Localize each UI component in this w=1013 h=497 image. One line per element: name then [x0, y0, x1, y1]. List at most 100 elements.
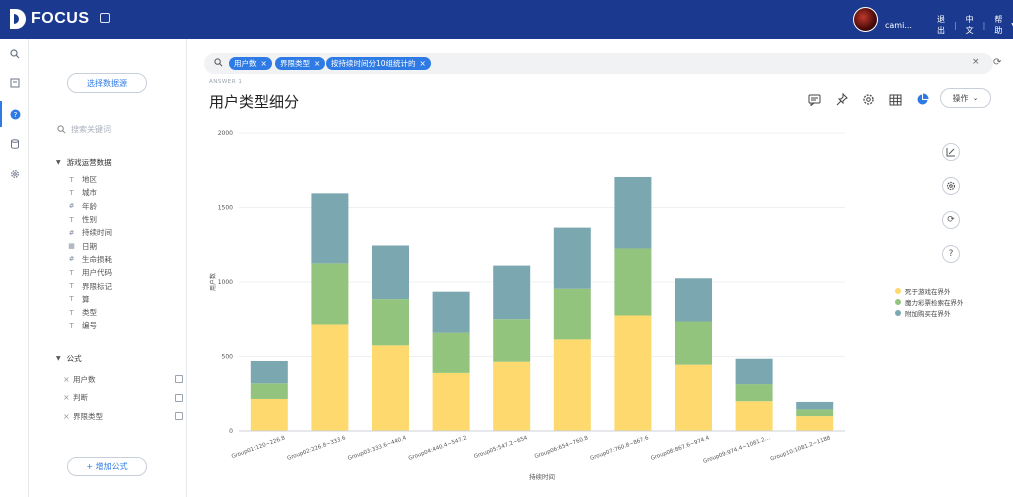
field-item[interactable]: # 生命损耗: [67, 253, 112, 266]
bar-segment[interactable]: [432, 291, 470, 333]
field-item[interactable]: T 城市: [67, 186, 112, 199]
axis-icon[interactable]: [942, 143, 960, 161]
bar-segment[interactable]: [493, 265, 531, 320]
add-formula-button[interactable]: + 增加公式: [67, 457, 147, 476]
edit-icon[interactable]: [100, 13, 110, 23]
text-field-icon: T: [69, 268, 74, 277]
bar-segment[interactable]: [311, 193, 349, 264]
x-tick-label: Group07:760.8~867.6: [590, 435, 650, 462]
field-item[interactable]: T 性别: [67, 213, 112, 226]
edit-icon[interactable]: [175, 393, 183, 402]
bar-segment[interactable]: [493, 319, 531, 362]
field-item[interactable]: T 编号: [67, 319, 112, 332]
bar-segment[interactable]: [675, 278, 712, 322]
formula-item[interactable]: × 判断: [63, 389, 183, 408]
help-icon[interactable]: ?: [942, 245, 960, 263]
formula-header[interactable]: ▼ 公式: [56, 353, 82, 364]
bar-segment[interactable]: [311, 263, 349, 325]
bar-segment[interactable]: [735, 384, 773, 402]
formula-label: 界限类型: [73, 411, 103, 421]
gear-icon[interactable]: [942, 177, 960, 195]
formula-list: × 用户数 × 判断 × 界限类型: [63, 370, 183, 426]
close-icon[interactable]: ×: [63, 375, 73, 384]
operate-label: 操作: [952, 93, 969, 103]
bar-segment[interactable]: [432, 372, 470, 431]
bar-segment[interactable]: [735, 401, 773, 431]
language-link[interactable]: 中文: [966, 14, 974, 36]
logout-link[interactable]: 退出: [937, 14, 945, 36]
query-tag[interactable]: 界限类型 ×: [275, 57, 326, 70]
field-item[interactable]: T 界限标记: [67, 279, 112, 292]
field-item[interactable]: # 年龄: [67, 200, 112, 213]
legend-item[interactable]: 附加购买在界外: [895, 307, 964, 318]
bar-segment[interactable]: [250, 398, 288, 431]
bar-segment[interactable]: [372, 345, 409, 431]
legend-item[interactable]: 死于游戏在界外: [895, 285, 964, 296]
answer-toolbar: [807, 92, 930, 107]
bar-segment[interactable]: [311, 324, 349, 431]
refresh-icon[interactable]: ⟳: [942, 211, 960, 229]
bar-segment[interactable]: [614, 176, 652, 249]
search-icon[interactable]: [0, 41, 29, 67]
query-tag[interactable]: 按持续时间分10组统计的 ×: [326, 57, 431, 70]
close-icon[interactable]: ×: [261, 59, 267, 68]
close-icon[interactable]: ×: [63, 393, 73, 402]
refresh-icon[interactable]: ⟳: [993, 57, 1001, 68]
field-item[interactable]: T算: [67, 293, 112, 306]
app-logo[interactable]: FOCUS: [10, 9, 90, 29]
operate-button[interactable]: 操作 ⌄: [940, 88, 991, 108]
user-name[interactable]: cami...: [885, 21, 912, 30]
field-item[interactable]: T 用户代码: [67, 266, 112, 279]
bar-segment[interactable]: [372, 299, 409, 346]
chart-pie-icon[interactable]: [915, 92, 930, 107]
edit-icon[interactable]: [175, 375, 183, 384]
bar-segment[interactable]: [553, 227, 591, 289]
query-bar[interactable]: 用户数 × 界限类型 × 按持续时间分10组统计的 × × ⟳: [204, 53, 1001, 74]
bar-segment[interactable]: [675, 321, 712, 365]
date-field-icon: ▦: [68, 242, 75, 251]
bar-segment[interactable]: [614, 315, 652, 431]
edit-icon[interactable]: [175, 412, 183, 421]
formula-item[interactable]: × 界限类型: [63, 407, 183, 426]
comment-icon[interactable]: [807, 92, 822, 107]
field-item[interactable]: T 地区: [67, 173, 112, 186]
pin-icon[interactable]: [834, 92, 849, 107]
bar-segment[interactable]: [493, 361, 531, 431]
help-link[interactable]: 帮助: [994, 14, 1002, 36]
formula-item[interactable]: × 用户数: [63, 370, 183, 389]
bar-segment[interactable]: [735, 358, 773, 385]
bar-segment[interactable]: [796, 416, 834, 431]
select-source-button[interactable]: 选择数据源: [67, 73, 147, 93]
field-item[interactable]: # 持续时间: [67, 226, 112, 239]
bar-segment[interactable]: [432, 332, 470, 373]
legend-item[interactable]: 魔力彩票检索在界外: [895, 296, 964, 307]
avatar[interactable]: [853, 7, 878, 32]
bar-segment[interactable]: [250, 360, 288, 384]
caret-down-icon: ▼: [56, 355, 61, 362]
close-icon[interactable]: ×: [314, 59, 320, 68]
bar-segment[interactable]: [675, 364, 712, 431]
table-icon[interactable]: [888, 92, 903, 107]
close-icon[interactable]: ×: [420, 59, 426, 68]
bar-segment[interactable]: [553, 288, 591, 340]
close-icon[interactable]: ×: [63, 412, 73, 421]
bar-segment[interactable]: [614, 248, 652, 316]
search-icon: [57, 125, 66, 134]
divider: |: [982, 20, 986, 30]
bar-segment[interactable]: [796, 401, 834, 410]
database-icon[interactable]: [0, 131, 29, 157]
bookmark-icon[interactable]: [0, 70, 29, 96]
bar-segment[interactable]: [250, 383, 288, 399]
field-item[interactable]: ▦ 日期: [67, 239, 112, 252]
help-circle-icon[interactable]: ?: [0, 101, 29, 127]
query-tag[interactable]: 用户数 ×: [229, 57, 272, 70]
bar-segment[interactable]: [372, 245, 409, 300]
bar-segment[interactable]: [553, 339, 591, 431]
field-item[interactable]: T 类型: [67, 306, 112, 319]
settings-icon[interactable]: [861, 92, 876, 107]
clear-icon[interactable]: ×: [972, 57, 980, 67]
bar-segment[interactable]: [796, 409, 834, 417]
dataset-header[interactable]: ▼ 游戏运营数据: [56, 157, 112, 168]
gear-icon[interactable]: [0, 161, 29, 187]
field-search[interactable]: 搜索关键词: [57, 124, 111, 135]
